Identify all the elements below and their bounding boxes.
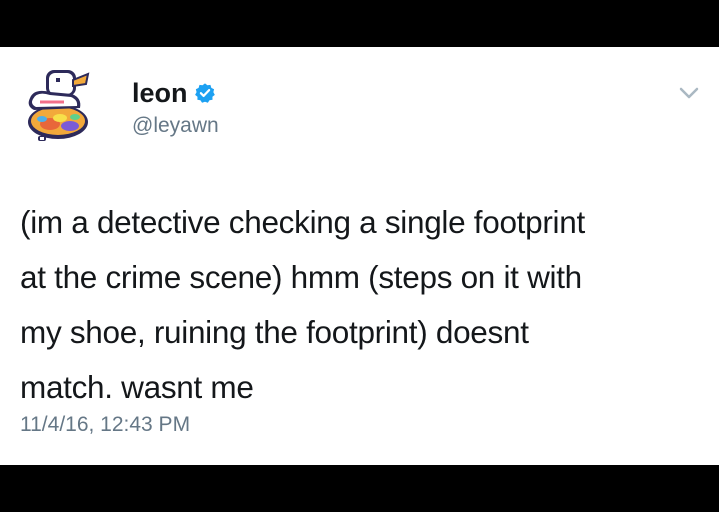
tweet-card: leon @leyawn (im a detective checking a …	[0, 47, 719, 465]
chevron-down-icon[interactable]	[678, 85, 700, 101]
author-handle[interactable]: @leyawn	[132, 113, 219, 139]
pixel-bird-on-rainbow-egg-icon	[28, 70, 90, 141]
verified-badge-icon	[194, 82, 216, 104]
author-display-name[interactable]: leon	[132, 77, 188, 109]
avatar[interactable]	[20, 64, 100, 144]
author-name-row: leon	[132, 77, 216, 109]
tweet-text: (im a detective checking a single footpr…	[20, 204, 585, 405]
tweet-timestamp[interactable]: 11/4/16, 12:43 PM	[20, 412, 190, 438]
